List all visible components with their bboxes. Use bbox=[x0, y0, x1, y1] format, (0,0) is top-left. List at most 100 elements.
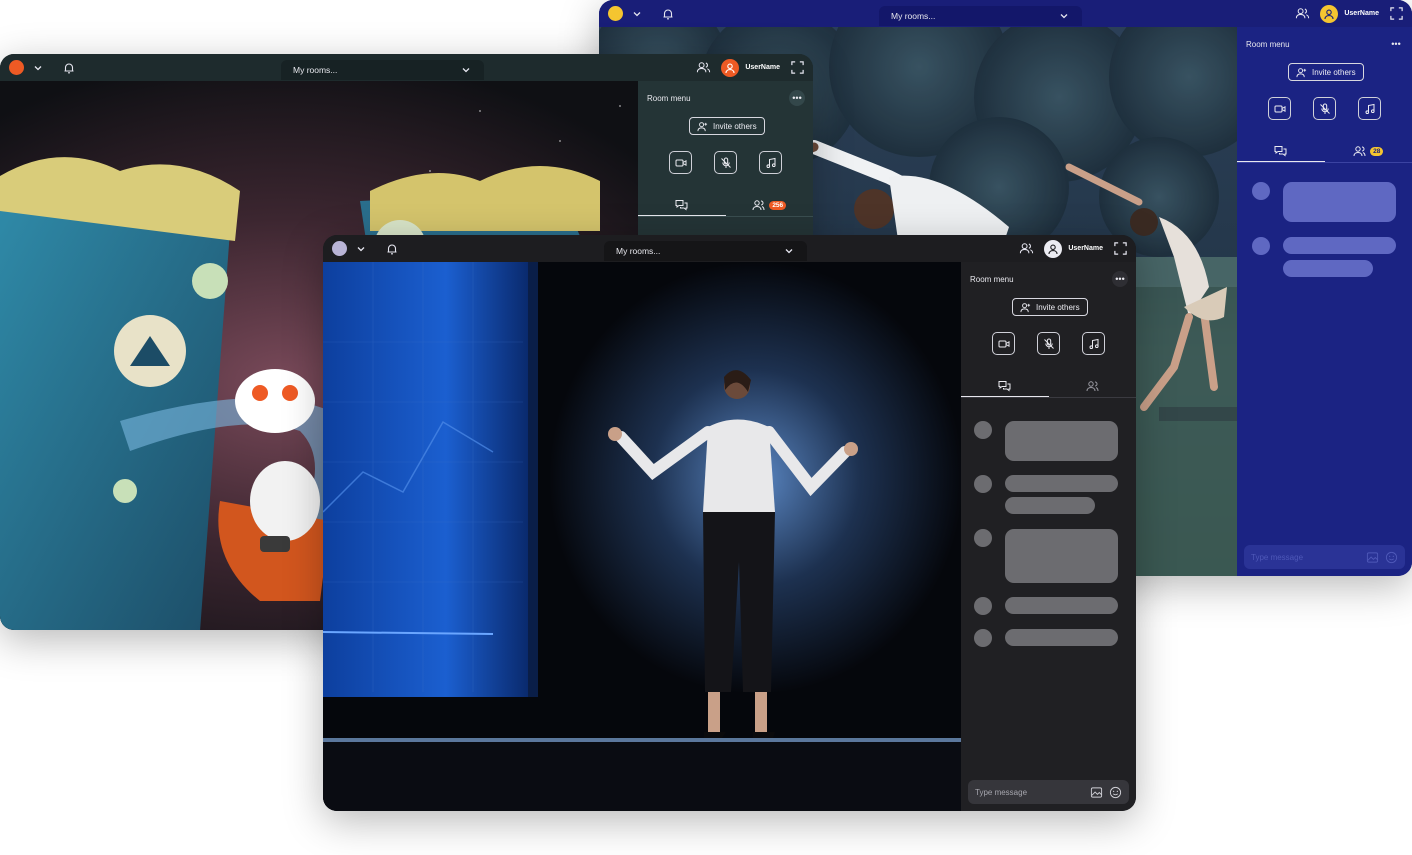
window-stage: My rooms... UserName Room menu ••• Invit… bbox=[323, 235, 1136, 811]
users-icon[interactable] bbox=[1295, 6, 1310, 21]
tab-chat[interactable] bbox=[1237, 139, 1325, 163]
message-composer[interactable]: Type message bbox=[968, 780, 1129, 804]
top-bar: My rooms... UserName bbox=[323, 235, 1136, 262]
invite-others-label: Invite others bbox=[1312, 67, 1356, 77]
panel-title: Room menu bbox=[970, 275, 1014, 284]
participants-icon bbox=[752, 200, 765, 211]
room-select-label: My rooms... bbox=[616, 246, 661, 256]
chevron-down-icon[interactable] bbox=[355, 243, 367, 255]
invite-others-label: Invite others bbox=[713, 121, 757, 131]
room-select-label: My rooms... bbox=[891, 11, 936, 21]
video-icon bbox=[675, 159, 686, 166]
user-icon bbox=[725, 63, 735, 73]
tab-participants[interactable]: 256 bbox=[726, 193, 814, 217]
participants-icon bbox=[1353, 146, 1366, 157]
music-icon bbox=[766, 157, 776, 168]
video-icon bbox=[998, 340, 1009, 347]
more-icon[interactable]: ••• bbox=[1388, 36, 1404, 52]
mic-toggle[interactable] bbox=[714, 151, 737, 174]
avatar[interactable] bbox=[1044, 239, 1063, 258]
add-user-icon bbox=[1020, 302, 1031, 312]
bell-icon[interactable] bbox=[62, 61, 76, 75]
video-stage bbox=[323, 262, 961, 811]
tab-chat[interactable] bbox=[961, 374, 1049, 398]
chat-avatar-placeholder bbox=[974, 597, 992, 615]
music-toggle[interactable] bbox=[759, 151, 782, 174]
chat-avatar-placeholder bbox=[974, 475, 992, 493]
tab-divider bbox=[1237, 162, 1412, 163]
chevron-down-icon bbox=[785, 249, 793, 254]
chat-avatar-placeholder bbox=[974, 421, 992, 439]
chat-icon bbox=[675, 200, 688, 211]
invite-others-button[interactable]: Invite others bbox=[1012, 298, 1088, 316]
top-bar: My rooms... UserName bbox=[599, 0, 1412, 27]
bell-icon[interactable] bbox=[661, 7, 675, 21]
room-select[interactable]: My rooms... bbox=[281, 60, 484, 80]
fullscreen-icon[interactable] bbox=[1113, 241, 1128, 256]
room-logo[interactable] bbox=[608, 6, 623, 21]
room-select-label: My rooms... bbox=[293, 65, 338, 75]
mic-off-icon bbox=[1043, 338, 1054, 349]
media-controls bbox=[638, 151, 813, 174]
invite-others-button[interactable]: Invite others bbox=[1288, 63, 1364, 81]
room-logo[interactable] bbox=[332, 241, 347, 256]
users-icon[interactable] bbox=[1019, 241, 1034, 256]
chat-icon bbox=[1274, 146, 1287, 157]
chat-message-placeholder bbox=[1005, 629, 1118, 646]
mic-toggle[interactable] bbox=[1313, 97, 1336, 120]
emoji-icon[interactable] bbox=[1385, 551, 1398, 564]
image-icon[interactable] bbox=[1090, 786, 1103, 799]
emoji-icon[interactable] bbox=[1109, 786, 1122, 799]
video-icon bbox=[1274, 105, 1285, 112]
media-controls bbox=[961, 332, 1136, 355]
room-logo[interactable] bbox=[9, 60, 24, 75]
panel-title: Room menu bbox=[1246, 40, 1290, 49]
music-toggle[interactable] bbox=[1082, 332, 1105, 355]
more-icon[interactable]: ••• bbox=[789, 90, 805, 106]
camera-toggle[interactable] bbox=[669, 151, 692, 174]
participants-icon bbox=[1086, 381, 1099, 392]
chat-message-placeholder bbox=[1283, 182, 1396, 222]
chat-message-placeholder bbox=[1005, 475, 1118, 492]
camera-toggle[interactable] bbox=[1268, 97, 1291, 120]
tab-participants[interactable] bbox=[1049, 374, 1137, 398]
music-icon bbox=[1365, 103, 1375, 114]
tab-divider bbox=[961, 397, 1136, 398]
chevron-down-icon bbox=[1060, 14, 1068, 19]
chat-message-placeholder bbox=[1283, 260, 1373, 277]
message-input[interactable]: Type message bbox=[975, 788, 1027, 797]
mic-toggle[interactable] bbox=[1037, 332, 1060, 355]
room-menu-panel: Room menu ••• Invite others 28 Type mess… bbox=[1237, 27, 1412, 576]
chat-icon bbox=[998, 381, 1011, 392]
users-icon[interactable] bbox=[696, 60, 711, 75]
invite-others-button[interactable]: Invite others bbox=[689, 117, 765, 135]
avatar[interactable] bbox=[1320, 4, 1339, 23]
room-select[interactable]: My rooms... bbox=[604, 241, 807, 261]
message-input[interactable]: Type message bbox=[1251, 553, 1303, 562]
avatar[interactable] bbox=[721, 58, 740, 77]
chevron-down-icon[interactable] bbox=[631, 8, 643, 20]
chevron-down-icon bbox=[462, 68, 470, 73]
tab-divider bbox=[638, 216, 813, 217]
camera-toggle[interactable] bbox=[992, 332, 1015, 355]
chat-message-placeholder bbox=[1283, 237, 1396, 254]
chat-message-placeholder bbox=[1005, 421, 1118, 461]
bell-icon[interactable] bbox=[385, 242, 399, 256]
image-icon[interactable] bbox=[1366, 551, 1379, 564]
tab-chat[interactable] bbox=[638, 193, 726, 217]
tab-participants[interactable]: 28 bbox=[1325, 139, 1412, 163]
chevron-down-icon[interactable] bbox=[32, 62, 44, 74]
more-icon[interactable]: ••• bbox=[1112, 271, 1128, 287]
add-user-icon bbox=[1296, 67, 1307, 77]
fullscreen-icon[interactable] bbox=[1389, 6, 1404, 21]
room-select[interactable]: My rooms... bbox=[879, 6, 1082, 26]
top-bar: My rooms... UserName bbox=[0, 54, 813, 81]
room-menu-panel: Room menu ••• Invite others Type message bbox=[961, 262, 1136, 811]
username: UserName bbox=[745, 64, 780, 71]
chat-message-placeholder bbox=[1005, 597, 1118, 614]
user-icon bbox=[1048, 244, 1058, 254]
chat-avatar-placeholder bbox=[974, 629, 992, 647]
fullscreen-icon[interactable] bbox=[790, 60, 805, 75]
music-toggle[interactable] bbox=[1358, 97, 1381, 120]
message-composer[interactable]: Type message bbox=[1244, 545, 1405, 569]
